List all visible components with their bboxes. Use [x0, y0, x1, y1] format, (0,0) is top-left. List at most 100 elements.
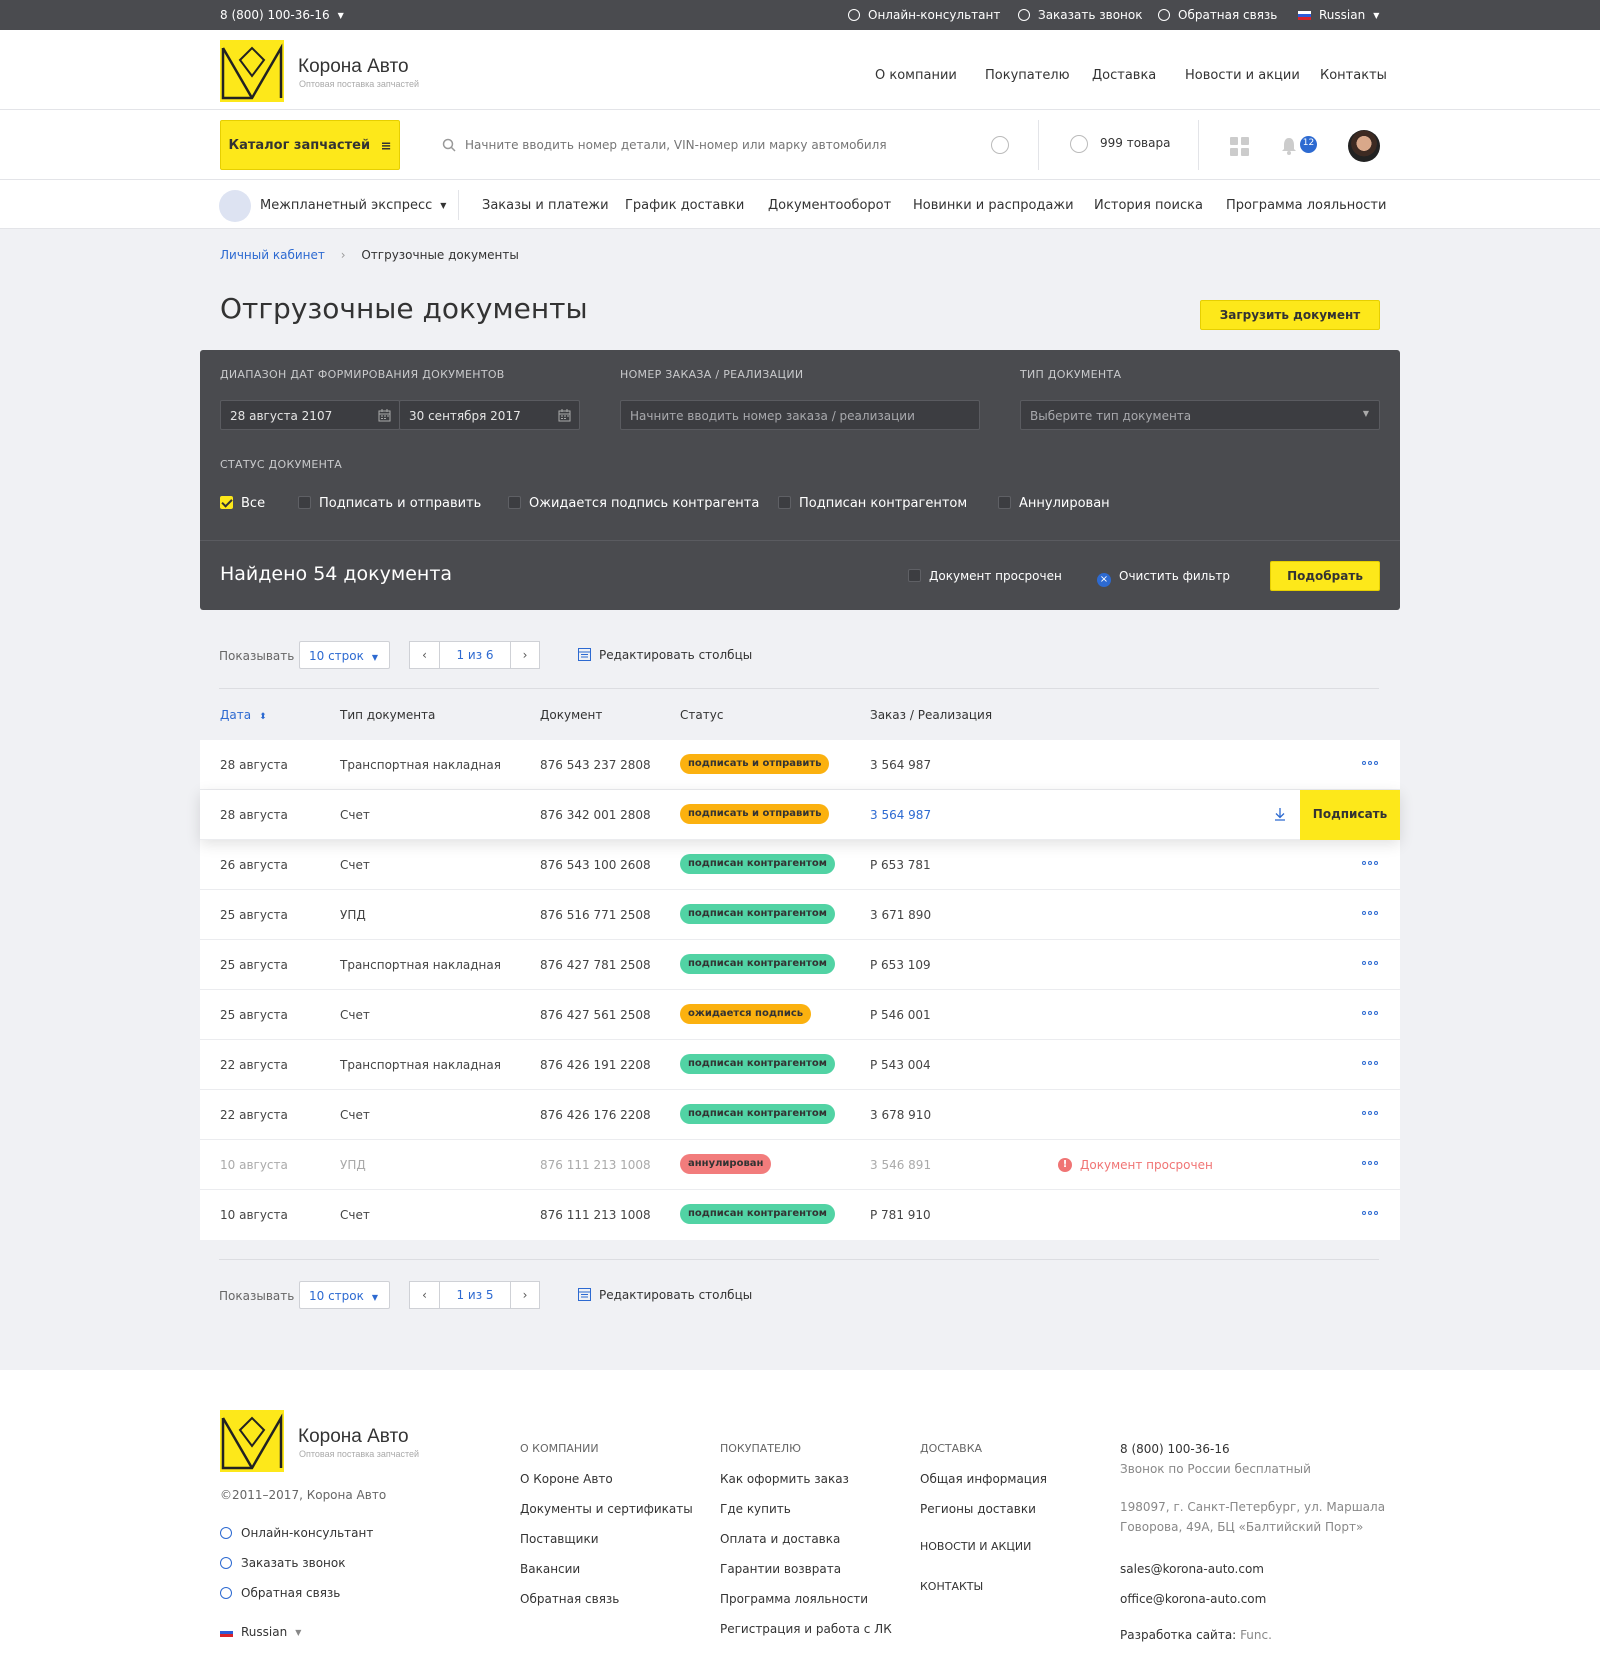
- catalog-button[interactable]: Каталог запчастей ≡: [220, 120, 400, 170]
- prev-page-button[interactable]: ‹: [409, 641, 440, 669]
- callback-link[interactable]: Заказать звонок: [1018, 8, 1143, 22]
- table-row-active[interactable]: 28 августа Счет 876 342 001 2808 подписа…: [200, 790, 1400, 840]
- nav-docflow[interactable]: Документооборот: [768, 198, 891, 213]
- col-date-sort[interactable]: Дата ⬍: [220, 708, 267, 722]
- page-indicator[interactable]: 1 из 6: [439, 641, 511, 669]
- nav-delivery[interactable]: Доставка: [1092, 68, 1156, 83]
- rows-per-page-select[interactable]: 10 строк ▼: [299, 641, 390, 669]
- status-all-checkbox[interactable]: Все: [220, 496, 265, 511]
- table-row-cancelled[interactable]: 10 августа УПД 876 111 213 1008 аннулиро…: [200, 1140, 1400, 1190]
- phone-dropdown[interactable]: 8 (800) 100-36-16 ▼: [220, 8, 344, 22]
- more-icon[interactable]: [1362, 1161, 1380, 1167]
- nav-loyalty[interactable]: Программа лояльности: [1226, 198, 1386, 213]
- avatar[interactable]: [1348, 130, 1380, 162]
- table-row[interactable]: 26 августа Счет 876 543 100 2608 подписа…: [200, 840, 1400, 890]
- nav-buyer[interactable]: Покупателю: [985, 68, 1070, 83]
- footer-email-sales[interactable]: sales@korona-auto.com: [1120, 1562, 1264, 1576]
- site-footer: Корона Авто Оптовая поставка запчастей ©…: [0, 1370, 1600, 1680]
- footer-language-selector[interactable]: Russian ▼: [220, 1625, 301, 1639]
- search-input[interactable]: [465, 130, 985, 160]
- footer-callback[interactable]: Заказать звонок: [220, 1556, 346, 1570]
- more-icon[interactable]: [1362, 961, 1380, 967]
- order-number-input[interactable]: Начните вводить номер заказа / реализаци…: [620, 400, 980, 430]
- apply-filter-button[interactable]: Подобрать: [1270, 561, 1380, 591]
- more-icon[interactable]: [1362, 1211, 1380, 1217]
- status-signed-checkbox[interactable]: Подписан контрагентом: [778, 496, 967, 511]
- more-icon[interactable]: [1362, 1061, 1380, 1067]
- footer-link[interactable]: Регистрация и работа с ЛК: [720, 1622, 892, 1636]
- footer-link[interactable]: Гарантии возврата: [720, 1562, 841, 1576]
- status-awaiting-checkbox[interactable]: Ожидается подпись контрагента: [508, 496, 759, 511]
- overdue-checkbox[interactable]: Документ просрочен: [908, 569, 1062, 583]
- footer-link[interactable]: Оплата и доставка: [720, 1532, 840, 1546]
- more-icon[interactable]: [1362, 861, 1380, 867]
- footer-contacts-link[interactable]: Контакты: [920, 1580, 983, 1593]
- nav-new[interactable]: Новинки и распродажи: [913, 198, 1074, 213]
- table-row[interactable]: 25 августа УПД 876 516 771 2508 подписан…: [200, 890, 1400, 940]
- sign-button[interactable]: Подписать: [1300, 790, 1400, 840]
- footer-link[interactable]: Обратная связь: [520, 1592, 619, 1606]
- next-page-button[interactable]: ›: [510, 641, 540, 669]
- status-badge: аннулирован: [680, 1154, 772, 1174]
- cart-button[interactable]: 999 товара: [1070, 135, 1170, 153]
- doc-type-select[interactable]: Выберите тип документа ▼: [1020, 400, 1380, 430]
- more-icon[interactable]: [1362, 1011, 1380, 1017]
- footer-link[interactable]: Поставщики: [520, 1532, 599, 1546]
- vin-scan-icon[interactable]: [991, 136, 1009, 154]
- footer-link[interactable]: Программа лояльности: [720, 1592, 868, 1606]
- upload-document-button[interactable]: Загрузить документ: [1200, 300, 1380, 330]
- footer-link[interactable]: Где купить: [720, 1502, 791, 1516]
- grid-icon[interactable]: [1230, 137, 1250, 157]
- footer-news-link[interactable]: Новости и акции: [920, 1540, 1031, 1553]
- company-selector[interactable]: Межпланетный экспресс ▼: [260, 198, 446, 213]
- table-row[interactable]: 22 августа Счет 876 426 176 2208 подписа…: [200, 1090, 1400, 1140]
- more-icon[interactable]: [1362, 1111, 1380, 1117]
- bell-icon[interactable]: [1280, 136, 1298, 156]
- row-order-link[interactable]: 3 564 987: [870, 808, 931, 822]
- footer-link[interactable]: Как оформить заказ: [720, 1472, 849, 1486]
- footer-link[interactable]: Документы и сертификаты: [520, 1502, 693, 1516]
- rows-per-page-select[interactable]: 10 строк ▼: [299, 1281, 390, 1309]
- table-row[interactable]: 10 августа Счет 876 111 213 1008 подписа…: [200, 1190, 1400, 1240]
- nav-about[interactable]: О компании: [875, 68, 957, 83]
- online-consultant-link[interactable]: Онлайн-консультант: [848, 8, 1000, 22]
- footer-email-office[interactable]: office@korona-auto.com: [1120, 1592, 1266, 1606]
- footer-link[interactable]: Общая информация: [920, 1472, 1047, 1486]
- footer-feedback[interactable]: Обратная связь: [220, 1586, 340, 1600]
- footer-phone[interactable]: 8 (800) 100-36-16: [1120, 1442, 1230, 1456]
- checkbox-icon: [908, 569, 921, 582]
- nav-news[interactable]: Новости и акции: [1185, 68, 1300, 83]
- footer-link[interactable]: Регионы доставки: [920, 1502, 1036, 1516]
- breadcrumb-root[interactable]: Личный кабинет: [220, 248, 325, 262]
- nav-contacts[interactable]: Контакты: [1320, 68, 1387, 83]
- edit-columns-button[interactable]: Редактировать столбцы: [578, 1288, 752, 1302]
- footer-link[interactable]: О Короне Авто: [520, 1472, 613, 1486]
- table-row[interactable]: 25 августа Транспортная накладная 876 42…: [200, 940, 1400, 990]
- table-row[interactable]: 25 августа Счет 876 427 561 2508 ожидает…: [200, 990, 1400, 1040]
- page-indicator[interactable]: 1 из 5: [439, 1281, 511, 1309]
- table-row[interactable]: 28 августа Транспортная накладная 876 54…: [200, 740, 1400, 790]
- row-order: Р 546 001: [870, 1008, 931, 1022]
- footer-link[interactable]: Вакансии: [520, 1562, 580, 1576]
- more-icon[interactable]: [1362, 911, 1380, 917]
- status-sign-send-checkbox[interactable]: Подписать и отправить: [298, 496, 481, 511]
- edit-columns-button[interactable]: Редактировать столбцы: [578, 648, 752, 662]
- date-from-field[interactable]: 28 августа 2107: [220, 400, 400, 430]
- developer-link[interactable]: Func.: [1240, 1628, 1272, 1642]
- prev-page-button[interactable]: ‹: [409, 1281, 440, 1309]
- nav-history[interactable]: История поиска: [1094, 198, 1203, 213]
- language-selector[interactable]: Russian ▼: [1298, 8, 1379, 22]
- footer-logo[interactable]: [220, 1410, 284, 1476]
- nav-schedule[interactable]: График доставки: [625, 198, 744, 213]
- logo[interactable]: [220, 40, 284, 106]
- next-page-button[interactable]: ›: [510, 1281, 540, 1309]
- nav-orders[interactable]: Заказы и платежи: [482, 198, 609, 213]
- more-icon[interactable]: [1362, 761, 1380, 767]
- clear-filter-button[interactable]: × Очистить фильтр: [1097, 569, 1230, 587]
- table-row[interactable]: 22 августа Транспортная накладная 876 42…: [200, 1040, 1400, 1090]
- status-cancelled-checkbox[interactable]: Аннулирован: [998, 496, 1110, 511]
- feedback-link[interactable]: Обратная связь: [1158, 8, 1277, 22]
- date-to-field[interactable]: 30 сентября 2017: [399, 400, 580, 430]
- footer-online-consultant[interactable]: Онлайн-консультант: [220, 1526, 373, 1540]
- download-icon[interactable]: [1274, 807, 1286, 821]
